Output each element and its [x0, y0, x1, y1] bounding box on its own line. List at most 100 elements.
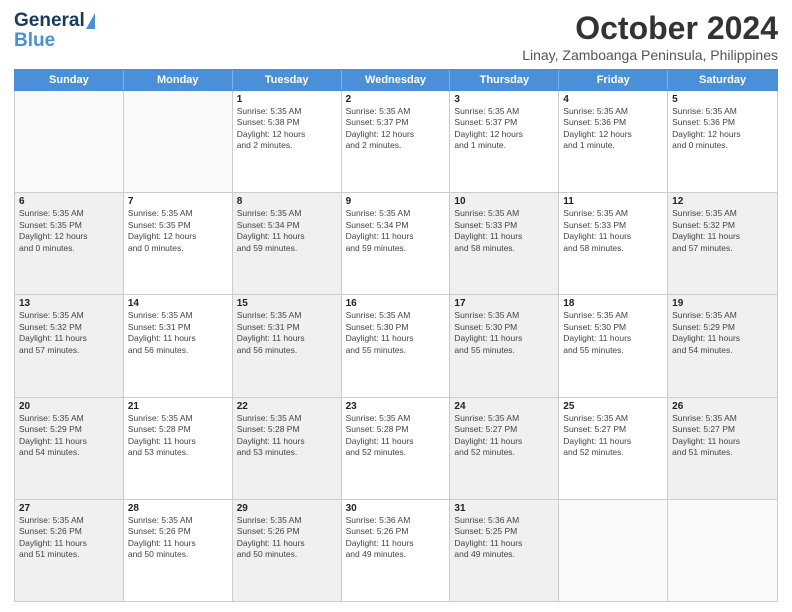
- cell-line: Daylight: 11 hours: [128, 538, 228, 549]
- subtitle: Linay, Zamboanga Peninsula, Philippines: [522, 47, 778, 63]
- cell-line: and 52 minutes.: [563, 447, 663, 458]
- calendar-cell: 15Sunrise: 5:35 AMSunset: 5:31 PMDayligh…: [233, 295, 342, 396]
- cell-line: and 58 minutes.: [454, 243, 554, 254]
- cell-line: Sunrise: 5:35 AM: [672, 106, 773, 117]
- calendar-row: 27Sunrise: 5:35 AMSunset: 5:26 PMDayligh…: [15, 500, 777, 601]
- cell-line: Sunset: 5:34 PM: [237, 220, 337, 231]
- cell-line: Daylight: 11 hours: [237, 538, 337, 549]
- cell-line: and 56 minutes.: [237, 345, 337, 356]
- weekday-header-saturday: Saturday: [668, 70, 777, 90]
- weekday-header-friday: Friday: [559, 70, 668, 90]
- day-number: 18: [563, 298, 663, 309]
- cell-line: Daylight: 11 hours: [563, 231, 663, 242]
- cell-line: Daylight: 11 hours: [128, 333, 228, 344]
- cell-line: Sunrise: 5:35 AM: [672, 413, 773, 424]
- cell-line: and 1 minute.: [454, 140, 554, 151]
- calendar-cell: 6Sunrise: 5:35 AMSunset: 5:35 PMDaylight…: [15, 193, 124, 294]
- cell-line: Daylight: 12 hours: [128, 231, 228, 242]
- calendar-cell: 4Sunrise: 5:35 AMSunset: 5:36 PMDaylight…: [559, 91, 668, 192]
- day-number: 10: [454, 196, 554, 207]
- cell-line: and 49 minutes.: [346, 549, 446, 560]
- calendar-cell: 10Sunrise: 5:35 AMSunset: 5:33 PMDayligh…: [450, 193, 559, 294]
- weekday-header-tuesday: Tuesday: [233, 70, 342, 90]
- month-title: October 2024: [522, 10, 778, 47]
- page-container: General Blue October 2024 Linay, Zamboan…: [0, 0, 792, 612]
- calendar-cell: 8Sunrise: 5:35 AMSunset: 5:34 PMDaylight…: [233, 193, 342, 294]
- cell-line: Sunrise: 5:35 AM: [128, 310, 228, 321]
- cell-line: Sunset: 5:37 PM: [346, 117, 446, 128]
- cell-line: Sunrise: 5:35 AM: [237, 515, 337, 526]
- cell-line: and 52 minutes.: [454, 447, 554, 458]
- cell-line: Sunrise: 5:35 AM: [19, 310, 119, 321]
- cell-line: Sunset: 5:38 PM: [237, 117, 337, 128]
- cell-line: and 52 minutes.: [346, 447, 446, 458]
- cell-line: and 2 minutes.: [237, 140, 337, 151]
- cell-line: and 0 minutes.: [672, 140, 773, 151]
- cell-line: Sunset: 5:27 PM: [454, 424, 554, 435]
- day-number: 13: [19, 298, 119, 309]
- logo-general: General: [14, 10, 85, 32]
- day-number: 22: [237, 401, 337, 412]
- calendar-cell: 21Sunrise: 5:35 AMSunset: 5:28 PMDayligh…: [124, 398, 233, 499]
- cell-line: Sunrise: 5:35 AM: [237, 208, 337, 219]
- cell-line: Sunrise: 5:35 AM: [128, 515, 228, 526]
- calendar-cell: 5Sunrise: 5:35 AMSunset: 5:36 PMDaylight…: [668, 91, 777, 192]
- calendar-cell: [668, 500, 777, 601]
- cell-line: and 56 minutes.: [128, 345, 228, 356]
- cell-line: Sunrise: 5:35 AM: [454, 208, 554, 219]
- cell-line: Sunset: 5:26 PM: [346, 526, 446, 537]
- cell-line: and 57 minutes.: [672, 243, 773, 254]
- calendar-cell: 13Sunrise: 5:35 AMSunset: 5:32 PMDayligh…: [15, 295, 124, 396]
- calendar-cell: 12Sunrise: 5:35 AMSunset: 5:32 PMDayligh…: [668, 193, 777, 294]
- cell-line: Sunrise: 5:35 AM: [19, 515, 119, 526]
- cell-line: Daylight: 11 hours: [128, 436, 228, 447]
- calendar-cell: 2Sunrise: 5:35 AMSunset: 5:37 PMDaylight…: [342, 91, 451, 192]
- calendar-cell: 30Sunrise: 5:36 AMSunset: 5:26 PMDayligh…: [342, 500, 451, 601]
- cell-line: Sunset: 5:30 PM: [454, 322, 554, 333]
- day-number: 12: [672, 196, 773, 207]
- day-number: 16: [346, 298, 446, 309]
- calendar-cell: [559, 500, 668, 601]
- cell-line: and 55 minutes.: [346, 345, 446, 356]
- cell-line: Sunrise: 5:35 AM: [237, 413, 337, 424]
- cell-line: Sunrise: 5:35 AM: [19, 208, 119, 219]
- cell-line: Daylight: 11 hours: [454, 538, 554, 549]
- cell-line: Sunrise: 5:35 AM: [19, 413, 119, 424]
- day-number: 7: [128, 196, 228, 207]
- header: General Blue October 2024 Linay, Zamboan…: [14, 10, 778, 63]
- cell-line: Sunset: 5:27 PM: [563, 424, 663, 435]
- cell-line: and 0 minutes.: [19, 243, 119, 254]
- cell-line: Sunset: 5:36 PM: [563, 117, 663, 128]
- day-number: 4: [563, 94, 663, 105]
- cell-line: Daylight: 12 hours: [19, 231, 119, 242]
- day-number: 31: [454, 503, 554, 514]
- day-number: 1: [237, 94, 337, 105]
- day-number: 21: [128, 401, 228, 412]
- cell-line: Sunrise: 5:35 AM: [128, 413, 228, 424]
- day-number: 30: [346, 503, 446, 514]
- calendar-cell: 16Sunrise: 5:35 AMSunset: 5:30 PMDayligh…: [342, 295, 451, 396]
- calendar-cell: 18Sunrise: 5:35 AMSunset: 5:30 PMDayligh…: [559, 295, 668, 396]
- calendar-cell: 25Sunrise: 5:35 AMSunset: 5:27 PMDayligh…: [559, 398, 668, 499]
- calendar-header: SundayMondayTuesdayWednesdayThursdayFrid…: [14, 69, 778, 91]
- calendar-body: 1 Sunrise: 5:35 AM Sunset: 5:38 PM Daylight…: [14, 91, 778, 602]
- cell-line: Sunrise: 5:35 AM: [563, 413, 663, 424]
- cell-line: and 51 minutes.: [19, 549, 119, 560]
- cell-line: Sunrise: 5:36 AM: [346, 515, 446, 526]
- cell-line: Sunset: 5:32 PM: [672, 220, 773, 231]
- weekday-header-monday: Monday: [124, 70, 233, 90]
- cell-line: Sunset: 5:35 PM: [128, 220, 228, 231]
- cell-line: Sunrise: 5:35 AM: [346, 208, 446, 219]
- cell-line: Sunrise: 5:35 AM: [454, 310, 554, 321]
- cell-line: Sunset: 5:28 PM: [128, 424, 228, 435]
- cell-line: Sunset: 5:26 PM: [237, 526, 337, 537]
- cell-line: and 55 minutes.: [454, 345, 554, 356]
- cell-line: Sunset: 5:36 PM: [672, 117, 773, 128]
- calendar-row: 20Sunrise: 5:35 AMSunset: 5:29 PMDayligh…: [15, 398, 777, 500]
- calendar-cell: 1Sunrise: 5:35 AMSunset: 5:38 PMDaylight…: [233, 91, 342, 192]
- cell-line: Daylight: 11 hours: [672, 231, 773, 242]
- cell-line: and 55 minutes.: [563, 345, 663, 356]
- day-number: 14: [128, 298, 228, 309]
- cell-line: Sunset: 5:26 PM: [19, 526, 119, 537]
- cell-line: Daylight: 11 hours: [19, 436, 119, 447]
